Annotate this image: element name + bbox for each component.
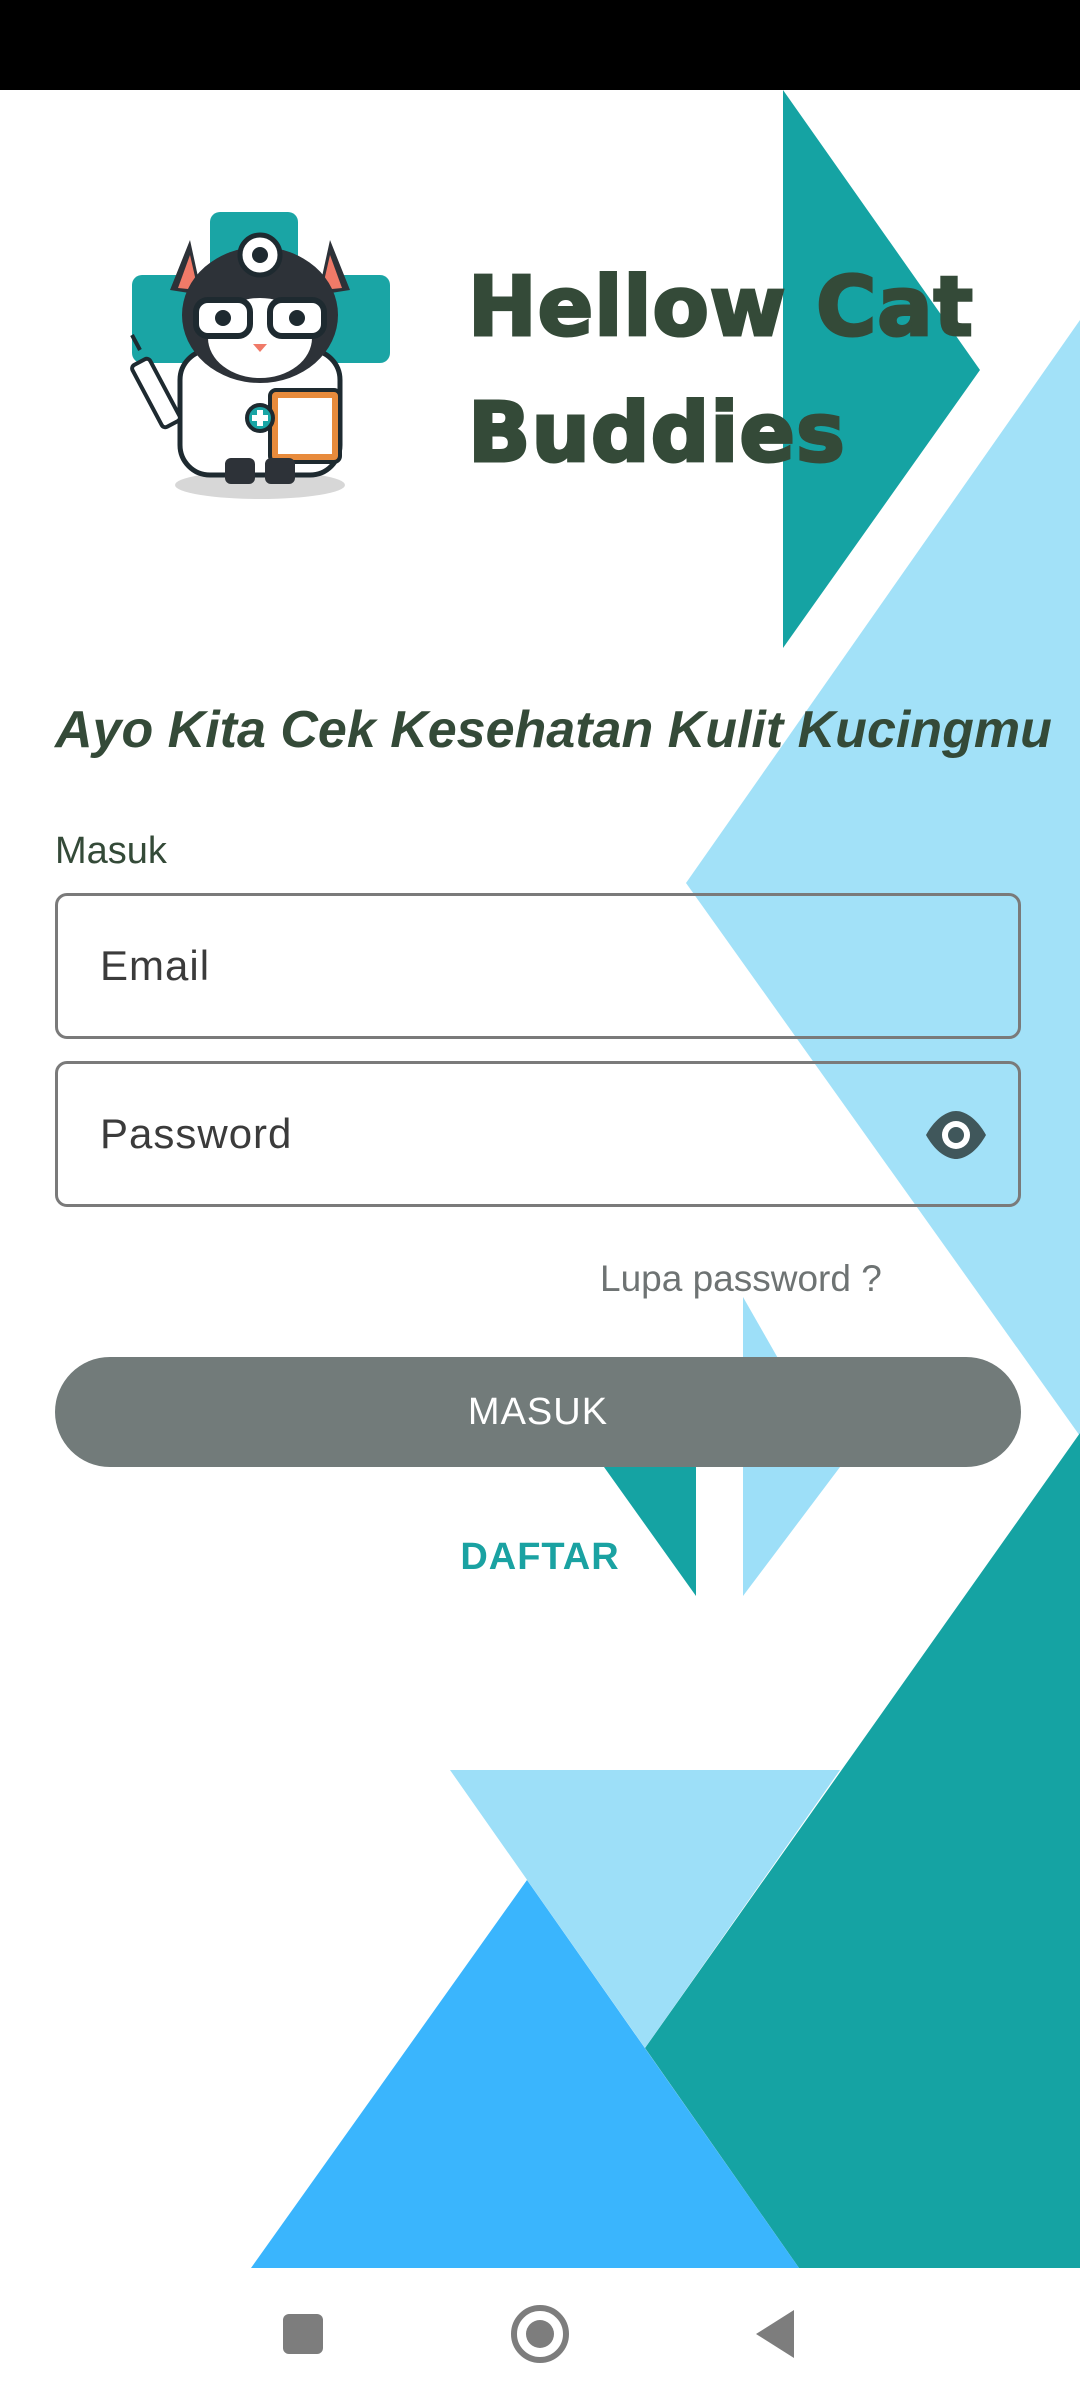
login-button[interactable]: MASUK [55, 1357, 1021, 1467]
app-title-line2: Buddies [467, 385, 847, 483]
triangle-back-icon[interactable] [744, 2302, 808, 2366]
app-title-line1: Hellow Cat [467, 259, 975, 357]
doctor-cat-logo [130, 212, 390, 499]
email-input[interactable] [58, 896, 1018, 1036]
navigation-bar [0, 2268, 1080, 2400]
status-bar [0, 0, 1080, 90]
email-field[interactable] [55, 893, 1021, 1039]
password-field[interactable] [55, 1061, 1021, 1207]
login-section-label: Masuk [55, 830, 167, 872]
square-icon[interactable] [271, 2302, 335, 2366]
app-title: Hellow Cat Buddies [467, 245, 1028, 497]
forgot-password-link[interactable]: Lupa password ? [600, 1258, 882, 1300]
circle-icon[interactable] [508, 2302, 572, 2366]
tagline: Ayo Kita Cek Kesehatan Kulit Kucingmu [55, 701, 1052, 759]
eye-icon[interactable] [924, 1107, 988, 1163]
password-input[interactable] [58, 1064, 1018, 1204]
register-link[interactable]: DAFTAR [0, 1536, 1080, 1579]
